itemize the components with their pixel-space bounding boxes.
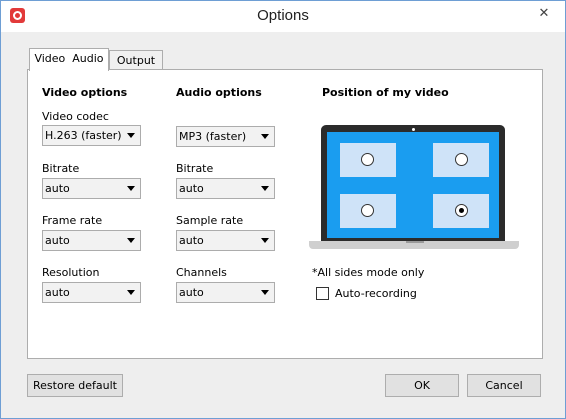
channels-select[interactable]: auto [176, 282, 275, 303]
ok-button[interactable]: OK [385, 374, 459, 397]
chevron-down-icon [261, 134, 269, 139]
restore-default-button[interactable]: Restore default [27, 374, 123, 397]
video-codec-value: H.263 (faster) [45, 129, 122, 142]
chevron-down-icon [261, 238, 269, 243]
auto-recording-label[interactable]: Auto-recording [335, 287, 417, 300]
options-window: Options ✕ Video Audio Output Video optio… [0, 0, 566, 419]
chevron-down-icon [261, 290, 269, 295]
position-bottom-left-radio[interactable] [361, 204, 374, 217]
chevron-down-icon [127, 186, 135, 191]
resolution-value: auto [45, 286, 70, 299]
sample-rate-label: Sample rate [176, 214, 244, 227]
video-bitrate-label: Bitrate [42, 162, 80, 175]
channels-label: Channels [176, 266, 227, 279]
position-bottom-left[interactable] [340, 194, 396, 228]
position-top-left[interactable] [340, 143, 396, 177]
audio-options-title: Audio options [176, 86, 262, 99]
titlebar: Options ✕ [1, 1, 565, 32]
audio-format-select[interactable]: MP3 (faster) [176, 126, 275, 147]
tab-video-audio[interactable]: Video Audio [29, 48, 109, 71]
audio-bitrate-label: Bitrate [176, 162, 214, 175]
auto-recording-checkbox[interactable] [316, 287, 329, 300]
channels-value: auto [179, 286, 204, 299]
video-codec-label: Video codec [42, 110, 109, 123]
chevron-down-icon [127, 290, 135, 295]
position-top-left-radio[interactable] [361, 153, 374, 166]
sample-rate-select[interactable]: auto [176, 230, 275, 251]
audio-bitrate-value: auto [179, 182, 204, 195]
video-bitrate-value: auto [45, 182, 70, 195]
video-bitrate-select[interactable]: auto [42, 178, 141, 199]
position-bottom-right-radio[interactable] [455, 204, 468, 217]
sample-rate-value: auto [179, 234, 204, 247]
position-top-right[interactable] [433, 143, 489, 177]
resolution-select[interactable]: auto [42, 282, 141, 303]
cancel-button[interactable]: Cancel [467, 374, 541, 397]
frame-rate-select[interactable]: auto [42, 230, 141, 251]
audio-bitrate-select[interactable]: auto [176, 178, 275, 199]
window-title: Options [257, 7, 309, 24]
frame-rate-value: auto [45, 234, 70, 247]
video-options-title: Video options [42, 86, 128, 99]
all-sides-note: *All sides mode only [312, 266, 425, 279]
chevron-down-icon [261, 186, 269, 191]
laptop-camera [412, 128, 415, 131]
chevron-down-icon [127, 133, 135, 138]
position-title: Position of my video [322, 86, 449, 99]
laptop-notch [406, 241, 424, 243]
audio-format-value: MP3 (faster) [179, 130, 247, 143]
resolution-label: Resolution [42, 266, 100, 279]
position-top-right-radio[interactable] [455, 153, 468, 166]
chevron-down-icon [127, 238, 135, 243]
position-bottom-right[interactable] [433, 194, 489, 228]
close-button[interactable]: ✕ [533, 5, 555, 23]
video-codec-select[interactable]: H.263 (faster) [42, 125, 141, 146]
tab-output[interactable]: Output [109, 50, 163, 71]
frame-rate-label: Frame rate [42, 214, 103, 227]
